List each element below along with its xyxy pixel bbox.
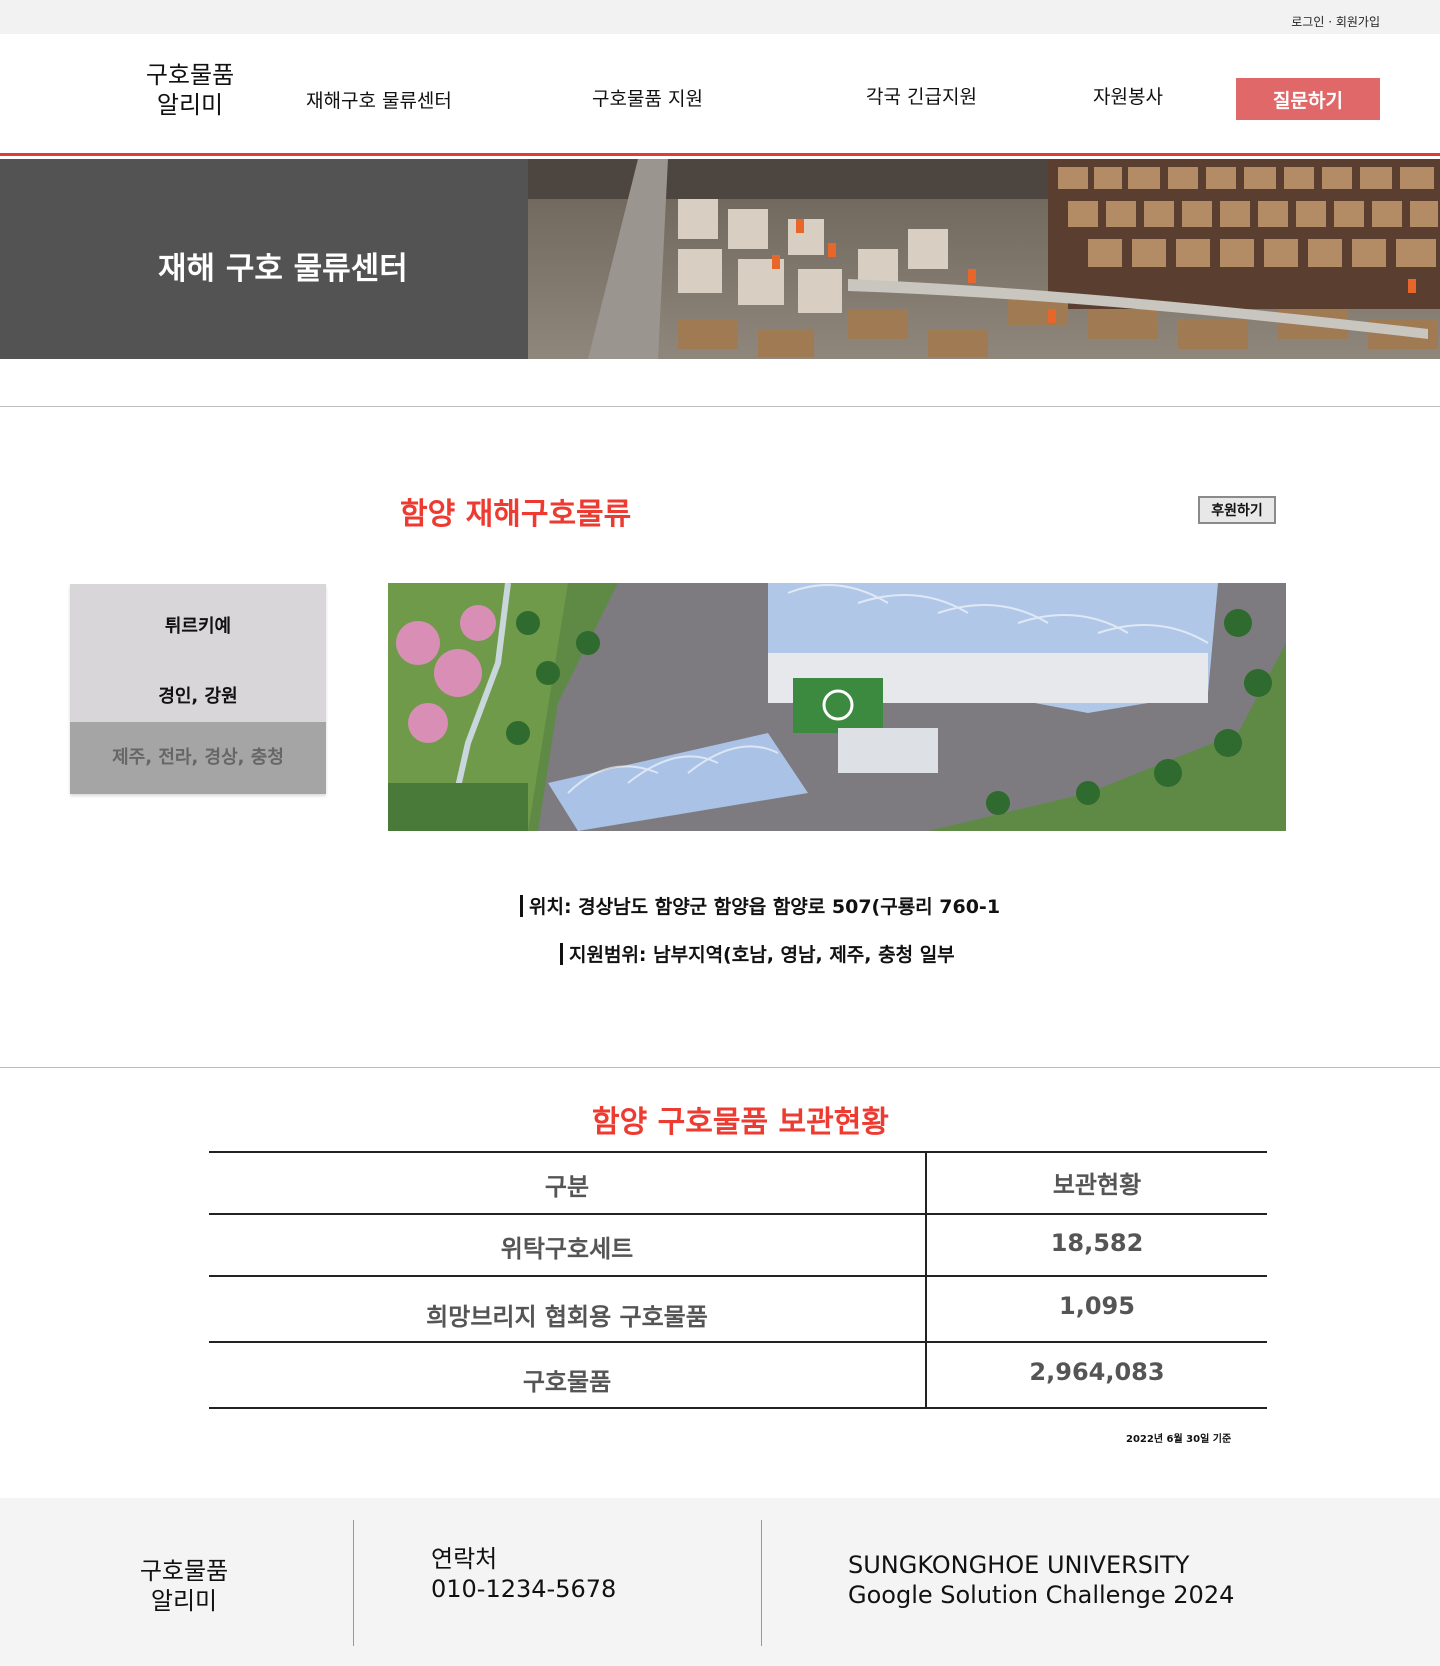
logistics-center-aerial-photo: [388, 583, 1286, 831]
login-signup-link[interactable]: 로그인 · 회원가입: [1291, 13, 1380, 30]
table-header-category: 구분: [544, 1173, 590, 1201]
section-divider-1: [0, 406, 1440, 407]
footer-contact-phone: 010-1234-5678: [431, 1575, 617, 1603]
ask-question-button[interactable]: 질문하기: [1236, 78, 1380, 120]
nav-emergency-aid[interactable]: 각국 긴급지원: [866, 82, 977, 109]
storage-title: 함양 구호물품 보관현황: [592, 1105, 889, 1140]
location-info-bar: [520, 895, 523, 917]
table-row-2-amount: 1,095: [1059, 1292, 1135, 1320]
table-bottom-rule: [209, 1407, 1267, 1409]
table-row-rule-1: [209, 1275, 1267, 1277]
region-item-turkiye[interactable]: 튀르키예: [70, 612, 326, 638]
center-title: 함양 재해구호물류: [400, 497, 632, 532]
table-row-3-amount: 2,964,083: [1029, 1358, 1165, 1386]
location-info: 위치: 경상남도 함양군 함양읍 함양로 507(구룡리 760-1: [520, 892, 1000, 919]
logo-line-1: 구호물품: [145, 61, 235, 89]
top-strip: 로그인 · 회원가입: [0, 0, 1440, 34]
footer-separator-2: [761, 1520, 762, 1646]
region-menu: 튀르키예 경인, 강원 제주, 전라, 경상, 충청: [70, 584, 326, 794]
table-row-rule-2: [209, 1341, 1267, 1343]
footer-contact-label: 연락처: [431, 1545, 498, 1573]
footer-challenge-name: Google Solution Challenge 2024: [848, 1581, 1235, 1609]
nav-relief-support[interactable]: 구호물품 지원: [592, 84, 703, 111]
section-divider-2: [0, 1067, 1440, 1068]
site-logo[interactable]: 구호물품 알리미: [130, 60, 250, 120]
footer-separator-1: [353, 1520, 354, 1646]
table-row-1-category: 위탁구호세트: [500, 1235, 634, 1263]
location-text: 위치: 경상남도 함양군 함양읍 함양로 507(구룡리 760-1: [529, 896, 1001, 918]
site-footer: 구호물품 알리미 연락처 010-1234-5678 SUNGKONGHOE U…: [0, 1498, 1440, 1666]
footer-logo: 구호물품 알리미: [128, 1556, 240, 1616]
table-row-1-amount: 18,582: [1050, 1229, 1144, 1257]
coverage-info-bar: [560, 943, 563, 965]
logo-line-2: 알리미: [156, 91, 224, 119]
banner-title-panel: 재해 구호 물류센터: [0, 159, 528, 359]
footer-logo-line-1: 구호물품: [139, 1557, 229, 1585]
table-header-amount: 보관현황: [1052, 1171, 1142, 1199]
page: 로그인 · 회원가입 구호물품 알리미 재해구호 물류센터 구호물품 지원 각국…: [0, 0, 1440, 1666]
table-row-2-category: 희망브리지 협회용 구호물품: [426, 1303, 708, 1331]
aerial-photo-illustration: [388, 583, 1286, 831]
coverage-info: 지원범위: 남부지역(호남, 영남, 제주, 충청 일부: [560, 940, 955, 967]
table-row-3-category: 구호물품: [522, 1368, 612, 1396]
table-top-rule: [209, 1151, 1267, 1153]
donate-button[interactable]: 후원하기: [1198, 496, 1276, 524]
site-header: 구호물품 알리미 재해구호 물류센터 구호물품 지원 각국 긴급지원 자원봉사 …: [0, 34, 1440, 156]
storage-date-note: 2022년 6월 30일 기준: [1126, 1434, 1232, 1445]
hero-banner: 재해 구호 물류센터: [0, 159, 1440, 359]
footer-contact: 연락처 010-1234-5678: [431, 1544, 616, 1604]
table-header-rule: [209, 1213, 1267, 1215]
region-item-gyeongin-gangwon[interactable]: 경인, 강원: [70, 682, 326, 708]
warehouse-photo-illustration: [528, 159, 1440, 359]
banner-title: 재해 구호 물류센터: [158, 251, 408, 287]
nav-volunteer[interactable]: 자원봉사: [1093, 82, 1163, 109]
nav-logistics-center[interactable]: 재해구호 물류센터: [306, 86, 452, 113]
footer-university: SUNGKONGHOE UNIVERSITY Google Solution C…: [848, 1550, 1234, 1610]
footer-logo-line-2: 알리미: [150, 1587, 218, 1615]
footer-university-name: SUNGKONGHOE UNIVERSITY: [848, 1551, 1190, 1579]
region-item-southern[interactable]: 제주, 전라, 경상, 충청: [70, 722, 326, 794]
coverage-text: 지원범위: 남부지역(호남, 영남, 제주, 충청 일부: [569, 944, 955, 966]
warehouse-photo: [528, 159, 1440, 359]
